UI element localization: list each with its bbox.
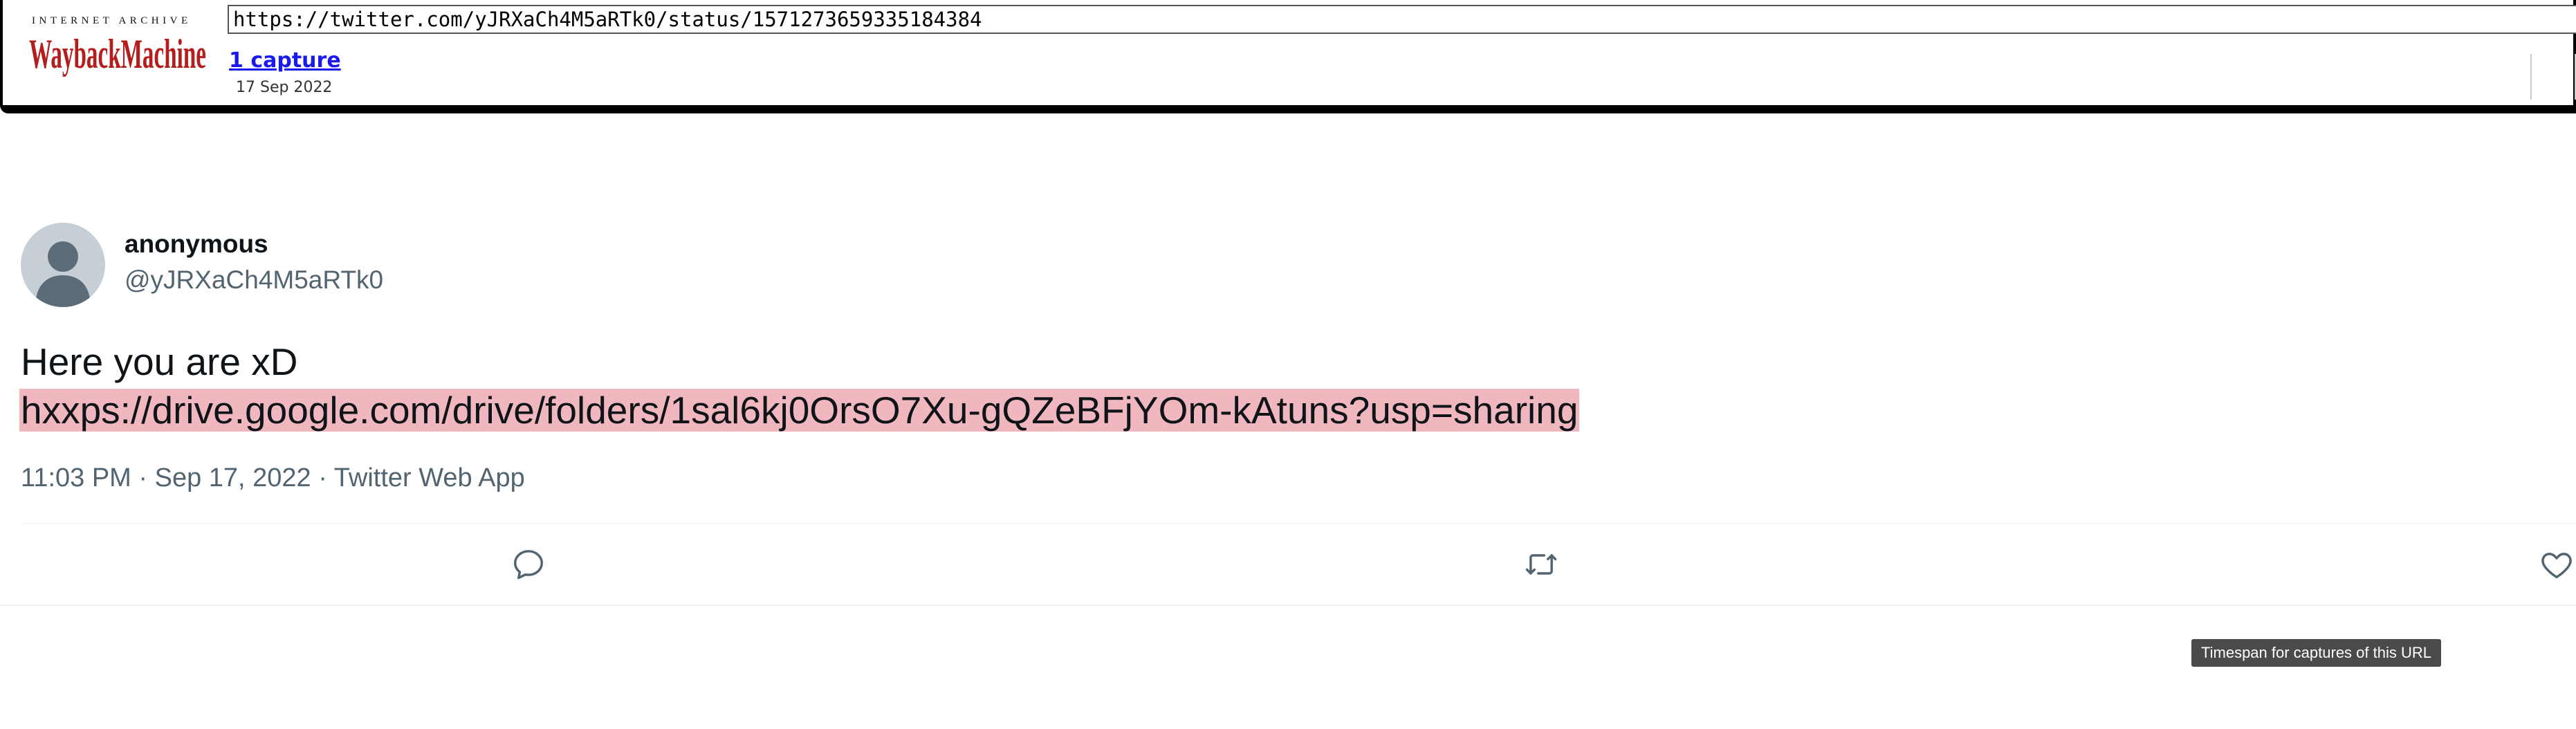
captures-link[interactable]: 1 capture <box>229 48 341 73</box>
wayback-wordmark-text: WaybackMachine <box>29 31 206 77</box>
toolbar-separator <box>2530 54 2532 100</box>
author-handle[interactable]: @yJRXaCh4M5aRTk0 <box>125 266 383 295</box>
tweet-text-line: Here you are xD <box>21 340 298 383</box>
tweet-link[interactable]: hxxps://drive.google.com/drive/folders/1… <box>19 389 1580 432</box>
tweet-text: Here you are xD hxxps://drive.google.com… <box>19 338 1580 434</box>
tweet-timestamp[interactable]: 11:03 PM · Sep 17, 2022 · Twitter Web Ap… <box>21 463 525 493</box>
internet-archive-label: INTERNET ARCHIVE <box>32 15 192 26</box>
capture-date: 17 Sep 2022 <box>236 79 333 96</box>
wayback-machine-wordmark: WaybackMachine <box>29 31 206 77</box>
like-icon <box>2541 553 2572 579</box>
default-profile-icon <box>35 241 91 307</box>
retweet-icon <box>1525 554 1557 575</box>
author-name[interactable]: anonymous <box>125 230 268 259</box>
divider <box>0 605 2576 606</box>
divider <box>21 523 2576 524</box>
avatar[interactable] <box>21 223 105 307</box>
timespan-tooltip: Timespan for captures of this URL <box>2191 639 2441 667</box>
reply-button[interactable] <box>510 546 546 582</box>
wayback-toolbar: INTERNET ARCHIVE WaybackMachine 1 captur… <box>0 0 2576 113</box>
wayback-url-input[interactable] <box>228 5 2576 34</box>
retweet-button[interactable] <box>1523 546 1559 582</box>
like-button[interactable] <box>2539 546 2575 582</box>
reply-icon <box>513 550 544 580</box>
wayback-logo[interactable]: INTERNET ARCHIVE WaybackMachine <box>29 15 208 82</box>
